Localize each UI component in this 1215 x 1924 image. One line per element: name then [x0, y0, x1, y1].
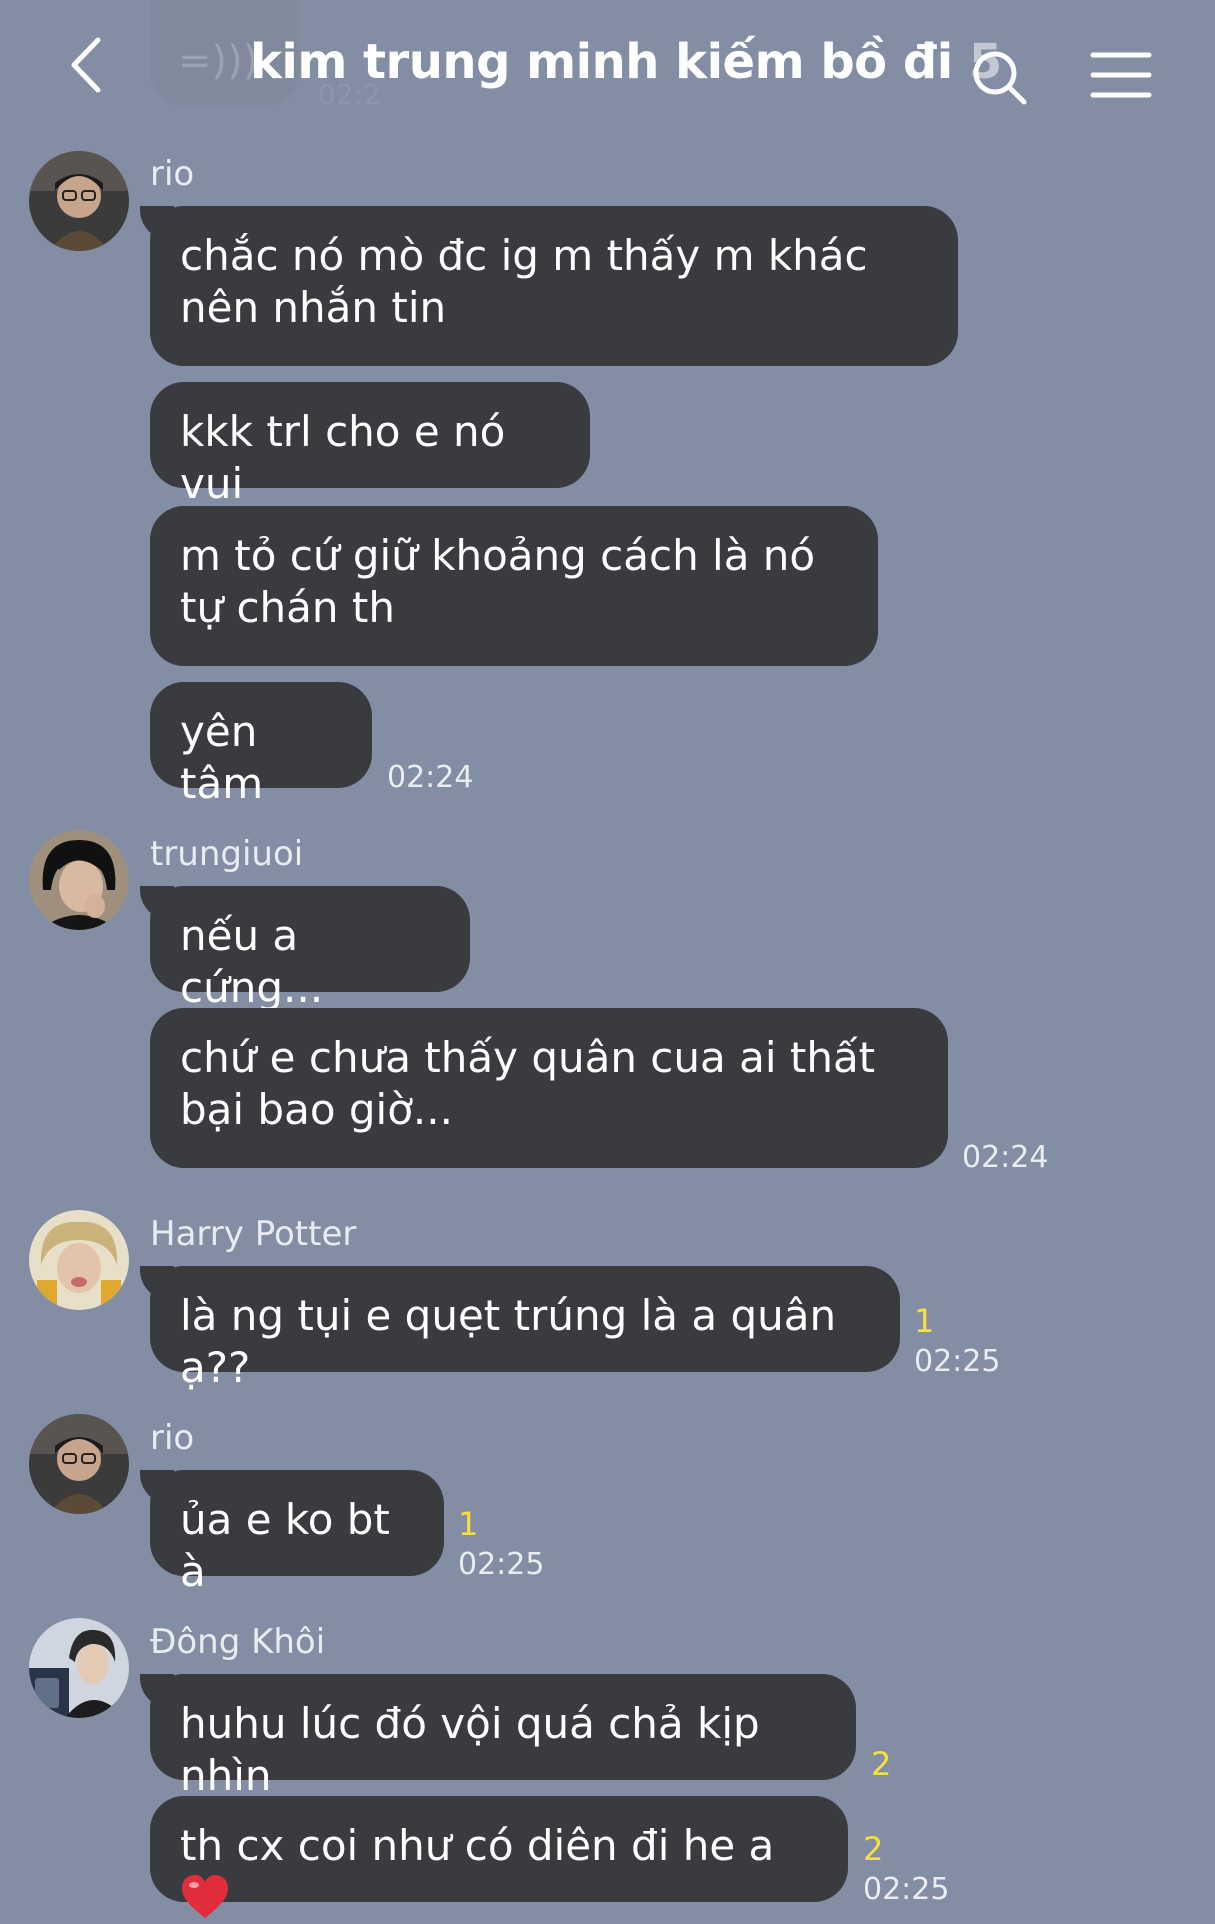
unread-count: 1 — [914, 1302, 935, 1340]
chat-title-text: kim trung minh kiếm bồ đi — [250, 34, 953, 90]
chevron-left-icon — [71, 37, 101, 93]
avatar-photo — [29, 151, 129, 251]
avatar[interactable] — [29, 151, 129, 251]
sender-name: rio — [150, 1418, 195, 1458]
sender-name: rio — [150, 154, 195, 194]
message-text: huhu lúc đó vội quá chả kịp nhìn — [180, 1699, 760, 1800]
avatar-photo — [29, 1210, 129, 1310]
message-text-content: th cx coi như có diên đi he a — [180, 1821, 775, 1870]
search-icon — [973, 51, 1027, 105]
message-bubble[interactable]: kkk trl cho e nó vui — [150, 382, 590, 508]
sender-name: Đông Khôi — [150, 1622, 326, 1662]
avatar-photo — [29, 1618, 129, 1718]
message-bubble[interactable]: huhu lúc đó vội quá chả kịp nhìn — [140, 1674, 856, 1800]
message-text: ủa e ko bt à — [180, 1495, 390, 1596]
sender-name: Harry Potter — [150, 1214, 357, 1254]
message-text: m tỏ cứ giữ khoảng cách là nó tự chán th — [180, 531, 816, 632]
avatar[interactable] — [29, 1618, 129, 1718]
hamburger-menu-icon — [1090, 52, 1152, 98]
message-time: 02:24 — [962, 1140, 1049, 1175]
sender-name: trungiuoi — [150, 834, 304, 874]
avatar[interactable] — [29, 1414, 129, 1514]
chat-header: =))) 02:2 kim trung minh kiếm bồ đi 5 — [0, 0, 1215, 140]
search-button[interactable] — [970, 48, 1030, 108]
menu-button[interactable] — [1090, 50, 1152, 100]
message-bubble[interactable]: là ng tụi e quẹt trúng là a quân ạ?? — [140, 1266, 900, 1392]
avatar-photo — [29, 830, 129, 930]
message-bubble[interactable]: yên tâm — [150, 682, 372, 808]
avatar-photo — [29, 1414, 129, 1514]
unread-count: 2 — [863, 1830, 884, 1868]
message-time: 02:25 — [458, 1547, 545, 1582]
message-text: chắc nó mò đc ig m thấy m khác nên nhắn … — [180, 231, 868, 332]
message-bubble[interactable]: chứ e chưa thấy quân cua ai thất bại bao… — [150, 1008, 948, 1168]
message-text: th cx coi như có diên đi he a — [180, 1821, 774, 1922]
message-text: là ng tụi e quẹt trúng là a quân ạ?? — [180, 1291, 837, 1392]
unread-count: 2 — [871, 1745, 892, 1783]
message-text: kkk trl cho e nó vui — [180, 407, 506, 508]
message-text: nếu a cứng... — [180, 911, 324, 1012]
avatar[interactable] — [29, 1210, 129, 1310]
message-text: chứ e chưa thấy quân cua ai thất bại bao… — [180, 1033, 876, 1134]
message-time: 02:25 — [863, 1872, 950, 1907]
message-time: 02:24 — [387, 760, 474, 795]
message-bubble[interactable]: nếu a cứng... — [140, 886, 470, 1012]
message-text: yên tâm — [180, 707, 264, 808]
message-bubble[interactable]: th cx coi như có diên đi he a — [150, 1796, 848, 1918]
message-time: 02:25 — [914, 1344, 1001, 1379]
avatar[interactable] — [29, 830, 129, 930]
heart-emoji — [182, 1875, 228, 1918]
chat-title: kim trung minh kiếm bồ đi 5 — [250, 34, 1002, 90]
back-button[interactable] — [62, 34, 112, 96]
message-bubble[interactable]: m tỏ cứ giữ khoảng cách là nó tự chán th — [150, 506, 878, 666]
unread-count: 1 — [458, 1505, 479, 1543]
message-bubble[interactable]: ủa e ko bt à — [140, 1470, 444, 1596]
message-bubble[interactable]: chắc nó mò đc ig m thấy m khác nên nhắn … — [140, 206, 958, 366]
previous-message-text: =))) — [178, 38, 259, 84]
